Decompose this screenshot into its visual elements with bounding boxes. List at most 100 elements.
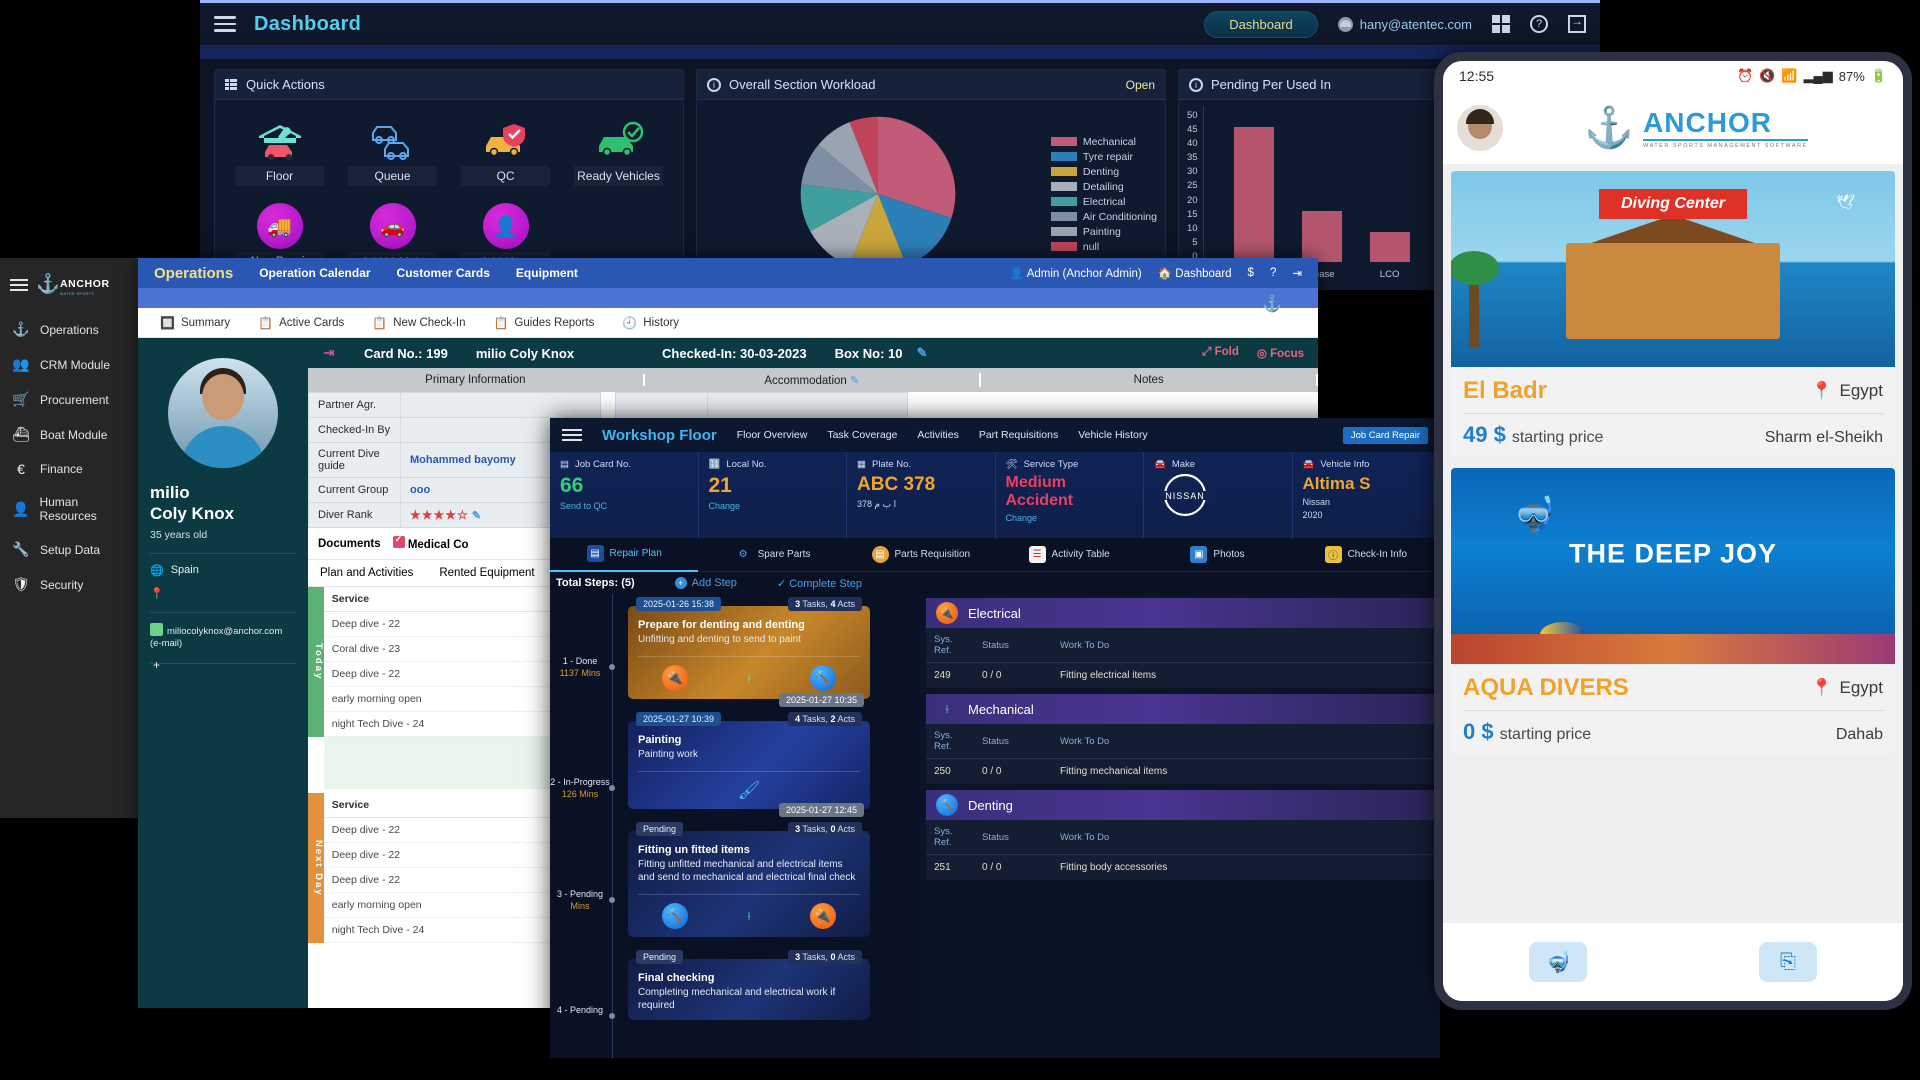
legend-item[interactable]: Tyre repair [1050,151,1157,163]
tab-repair-plan[interactable]: ▤ Repair Plan [550,538,699,572]
info-sub[interactable]: Send to QC [560,501,688,511]
legend-item[interactable]: Painting [1050,226,1157,238]
dive-center-card[interactable]: 🤿 THE DEEP JOY AQUA DIVERS 📍 Egypt 0 $ st… [1451,468,1895,755]
medical-cert-check[interactable]: Medical Co [392,534,469,551]
quick-action-qc[interactable]: QC [449,114,562,186]
user-menu[interactable]: hany@atentec.com [1337,16,1472,32]
legend-item[interactable]: Detailing [1050,181,1157,193]
step-card-in-progress[interactable]: 2025-01-27 10:39 4 Tasks, 2 Acts Paintin… [628,712,870,817]
sidebar-item-hr[interactable]: 👤 Human Resources [0,486,138,532]
subtab-rented-equipment[interactable]: Rented Equipment [439,567,534,579]
legend-item[interactable]: Mechanical [1050,136,1157,148]
help-icon[interactable]: ? [1530,15,1548,33]
help-icon[interactable]: ? [1270,267,1276,279]
tab-summary[interactable]: 🔲 Summary [160,316,230,330]
logout-icon[interactable]: ⇥ [1292,266,1302,280]
apps-grid-icon[interactable] [1492,15,1510,33]
fold-button[interactable]: ⤢ Fold [1202,346,1239,360]
center-price: 49 $ [1463,422,1506,447]
user-plus-icon: 👤 [449,200,562,252]
ops-home[interactable]: 🏠 Dashboard [1158,266,1232,280]
repair-steps-list[interactable]: 1 - Done 1137 Mins 2025-01-26 15:38 3 Tas… [550,594,920,1058]
repair-step[interactable]: 4 - Pending Pending 3 Tasks, 0 Acts Fina… [550,950,920,1020]
step-card-pending[interactable]: Pending 3 Tasks, 0 Acts Final checking C… [628,950,870,1020]
legend-item[interactable]: Electrical [1050,196,1157,208]
ops-user[interactable]: 👤 Admin (Anchor Admin) [1010,266,1142,280]
bar[interactable] [1233,127,1274,262]
step-card-done[interactable]: 2025-01-26 15:38 3 Tasks, 4 Acts Prepare… [628,597,870,707]
nav-floor-overview[interactable]: Floor Overview [737,429,808,441]
repair-step[interactable]: 2 - In-Progress 126 Mins 2025-01-27 10:39… [550,712,920,817]
bar[interactable] [1301,211,1342,262]
tab-parts-requisition[interactable]: ▤ Parts Requisition [847,546,995,563]
tab-guides-reports[interactable]: 📋 Guides Reports [493,316,594,330]
diver-icon[interactable]: 🤿 [1529,942,1587,982]
nav-customer-cards[interactable]: Customer Cards [397,266,490,280]
quick-action-floor[interactable]: Floor [223,114,336,186]
legend-swatch [1050,212,1077,221]
tab-spare-parts[interactable]: ⚙ Spare Parts [698,546,846,563]
tab-check-in-info[interactable]: ⓘ Check-In Info [1292,546,1440,563]
plate-icon: ▦ [857,459,866,470]
currency-icon[interactable]: $ [1248,267,1254,279]
avatar[interactable] [1457,104,1503,151]
add-step-button[interactable]: + Add Step [674,577,737,589]
tab-photos[interactable]: ▣ Photos [1143,546,1291,563]
legend-item[interactable]: null [1050,241,1157,253]
nav-task-coverage[interactable]: Task Coverage [827,429,897,441]
nav-activities[interactable]: Activities [917,429,958,441]
nav-operation-calendar[interactable]: Operation Calendar [259,266,370,280]
tab-activity-table[interactable]: ☰ Activity Table [995,546,1143,563]
edit-icon[interactable]: ✎ [850,375,860,387]
info-sub[interactable]: Change [709,501,837,511]
hamburger-icon[interactable] [214,16,236,32]
workload-open-link[interactable]: Open [1126,78,1155,92]
back-arrow-icon[interactable]: ⎘ [1759,942,1817,982]
field-value[interactable] [400,392,601,418]
dive-center-card[interactable]: 🕊 Diving Center El Badr 📍 Egypt 49 $ star… [1451,171,1895,458]
repair-step[interactable]: 1 - Done 1137 Mins 2025-01-26 15:38 3 Tas… [550,597,920,707]
sidebar-hamburger-icon[interactable] [10,279,28,291]
nav-part-requisitions[interactable]: Part Requisitions [979,429,1058,441]
edit-icon[interactable]: ✎ [916,345,927,361]
complete-step-button[interactable]: ✓ Complete Step [777,577,862,590]
tab-new-check-in[interactable]: 📋 New Check-In [372,316,465,330]
sidebar-item-setup[interactable]: 🔧 Setup Data [0,532,138,567]
sidebar-item-label: Operations [40,322,99,337]
table-row[interactable]: 250 0 / 0 Fitting mechanical items [926,759,1434,785]
collapse-icon[interactable]: ⇥ [308,345,350,361]
dashboard-pill[interactable]: Dashboard [1204,10,1318,38]
hamburger-icon[interactable] [562,429,582,441]
map-pin-icon: 📍 [1811,381,1833,400]
nav-equipment[interactable]: Equipment [516,266,578,280]
sidebar-item-operations[interactable]: ⚓ Operations [0,312,138,347]
legend-item[interactable]: Air Conditioning [1050,211,1157,223]
logout-icon[interactable] [1568,14,1586,33]
quick-action-ready-vehicles[interactable]: Ready Vehicles [562,114,675,186]
info-card-vehicle-info: 🚘 Vehicle Info Altima S Nissan 2020 [1293,452,1441,538]
edit-icon[interactable]: ✎ [472,510,481,522]
subtab-plan-activities[interactable]: Plan and Activities [320,567,413,579]
denting-task-table: Sys. Ref. Status Work To Do 251 0 / 0 Fittin… [926,820,1434,880]
tab-history[interactable]: 🕘 History [622,316,679,330]
sidebar-item-boat[interactable]: ⛴ Boat Module [0,417,138,452]
grid-icon: 🔲 [160,315,175,330]
table-row[interactable]: 249 0 / 0 Fitting electrical items [926,663,1434,689]
bar[interactable] [1369,232,1410,262]
repair-step[interactable]: 3 - Pending Mins Pending 3 Tasks, 0 Acts … [550,822,920,937]
tab-active-cards[interactable]: 📋 Active Cards [258,316,344,330]
focus-button[interactable]: ◎ Focus [1257,346,1304,360]
x-tick-label: LCO [1379,269,1400,280]
sidebar-item-security[interactable]: 🛡 Security [0,567,138,602]
nav-vehicle-history[interactable]: Vehicle History [1078,429,1147,441]
legend-item[interactable]: Denting [1050,166,1157,178]
sidebar-item-procurement[interactable]: 🛒 Procurement [0,382,138,417]
info-sub[interactable]: Change [1006,513,1134,523]
quick-action-queue[interactable]: Queue [336,114,449,186]
sidebar-item-finance[interactable]: € Finance [0,452,138,486]
job-card-repair-badge[interactable]: Job Card Repair [1342,426,1428,444]
sidebar-item-crm[interactable]: 👥 CRM Module [0,347,138,382]
step-card-pending[interactable]: Pending 3 Tasks, 0 Acts Fitting un fitte… [628,822,870,937]
table-row[interactable]: 251 0 / 0 Fitting body accessories [926,855,1434,881]
phone-content[interactable]: 🕊 Diving Center El Badr 📍 Egypt 49 $ star… [1443,165,1903,985]
